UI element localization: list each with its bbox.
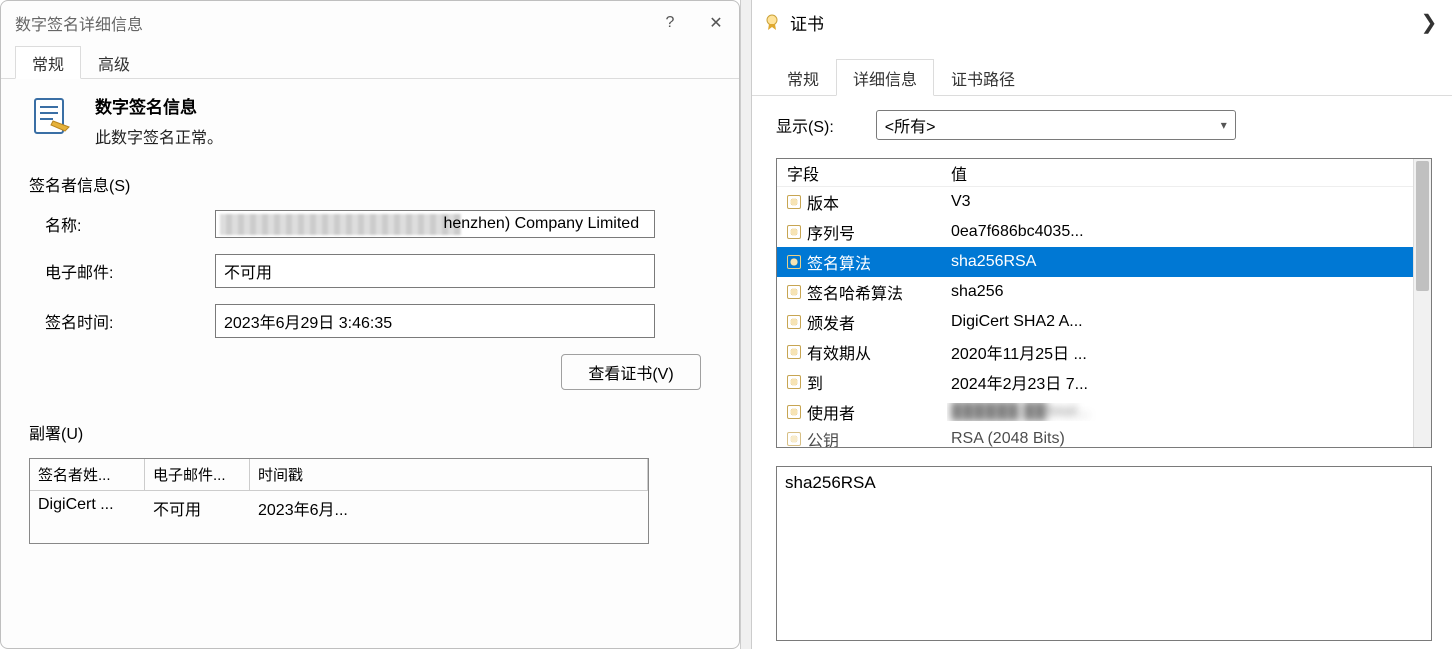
tabs-left: 常规 高级 [1, 45, 739, 79]
field-value: sha256 [947, 283, 1413, 301]
certificate-window: 证书 ❯ 常规 详细信息 证书路径 显示(S): <所有> ▾ [752, 0, 1452, 649]
field-name: 到 [807, 370, 823, 394]
field-icon [787, 345, 801, 359]
field-value: V3 [947, 193, 1413, 211]
field-value: ██████ ██hnol... [947, 403, 1413, 421]
counter-row-email: 不可用 [145, 491, 250, 525]
field-name: 颁发者 [807, 310, 855, 334]
list-col-value[interactable]: 值 [947, 161, 1413, 185]
list-item[interactable]: 序列号 0ea7f686bc4035... [777, 217, 1413, 247]
signature-info-title: 数字签名信息 [95, 93, 223, 118]
email-value: 不可用 [224, 265, 272, 282]
view-certificate-button[interactable]: 查看证书(V) [561, 354, 701, 390]
list-header: 字段 值 [777, 159, 1413, 187]
tab-advanced-left[interactable]: 高级 [81, 46, 147, 79]
name-value: henzhen) Company Limited [443, 215, 639, 232]
email-label: 电子邮件: [45, 259, 215, 283]
help-icon: ? [666, 14, 675, 32]
counter-row-signer: DigiCert ... [30, 491, 145, 525]
chevron-down-icon: ▾ [1221, 118, 1227, 132]
counter-col-time[interactable]: 时间戳 [250, 459, 648, 490]
window-gap [740, 0, 752, 649]
show-label: 显示(S): [776, 113, 834, 137]
field-value: 2024年2月23日 7... [947, 370, 1413, 394]
show-combo-value: <所有> [885, 113, 936, 137]
field-value: 2020年11月25日 ... [947, 340, 1413, 364]
field-icon [787, 405, 801, 419]
content-left: 数字签名信息 此数字签名正常。 签名者信息(S) 名称: henzhen) Co… [1, 79, 739, 648]
field-name: 版本 [807, 190, 839, 214]
tab-details-right[interactable]: 详细信息 [836, 59, 934, 96]
scrollbar[interactable] [1413, 159, 1431, 447]
name-label: 名称: [45, 212, 215, 236]
titlebar-right: 证书 ❯ [752, 0, 1452, 44]
countersign-legend: 副署(U) [29, 420, 83, 444]
close-button-left[interactable]: ✕ [693, 1, 739, 45]
field-value: 0ea7f686bc4035... [947, 223, 1413, 241]
table-row[interactable]: DigiCert ... 不可用 2023年6月... [30, 491, 648, 525]
time-value: 2023年6月29日 3:46:35 [224, 315, 392, 332]
counter-col-email[interactable]: 电子邮件... [145, 459, 250, 490]
list-item[interactable]: 版本 V3 [777, 187, 1413, 217]
list-item[interactable]: 有效期从 2020年11月25日 ... [777, 337, 1413, 367]
list-item[interactable]: 公钥 RSA (2048 Bits) [777, 427, 1413, 447]
certificate-icon [29, 93, 73, 137]
time-label: 签名时间: [45, 309, 215, 333]
field-detail-value: sha256RSA [785, 473, 876, 492]
close-button-right[interactable]: ❯ [1406, 0, 1452, 44]
list-col-field[interactable]: 字段 [777, 161, 947, 185]
field-name: 有效期从 [807, 340, 871, 364]
content-right: 显示(S): <所有> ▾ 字段 值 版本 V3 序列号 0ea7f686bc4035… [752, 96, 1452, 649]
help-button[interactable]: ? [647, 1, 693, 45]
email-value-box[interactable]: 不可用 [215, 254, 655, 288]
field-icon [787, 255, 801, 269]
tab-general-right[interactable]: 常规 [770, 59, 836, 96]
counter-col-signer[interactable]: 签名者姓... [30, 459, 145, 490]
field-value: sha256RSA [947, 253, 1413, 271]
list-item[interactable]: 签名算法 sha256RSA [777, 247, 1413, 277]
table-row [30, 525, 648, 543]
field-icon [787, 285, 801, 299]
field-name: 签名算法 [807, 250, 871, 274]
field-name: 签名哈希算法 [807, 280, 903, 304]
name-value-box[interactable]: henzhen) Company Limited [215, 210, 655, 238]
list-item[interactable]: 到 2024年2月23日 7... [777, 367, 1413, 397]
tabs-right: 常规 详细信息 证书路径 [752, 58, 1452, 96]
close-icon: ✕ [709, 13, 722, 33]
signature-info-status: 此数字签名正常。 [95, 124, 223, 148]
field-value: DigiCert SHA2 A... [947, 313, 1413, 331]
field-icon [787, 315, 801, 329]
digital-signature-details-window: 数字签名详细信息 ? ✕ 常规 高级 [0, 0, 740, 649]
scrollbar-thumb[interactable] [1416, 161, 1429, 291]
counter-row-time: 2023年6月... [250, 491, 648, 525]
field-icon [787, 225, 801, 239]
field-name: 使用者 [807, 400, 855, 424]
field-icon [787, 432, 801, 446]
field-name: 序列号 [807, 220, 855, 244]
signer-info-group: 签名者信息(S) 名称: henzhen) Company Limited 电子… [29, 172, 711, 390]
countersign-group: 副署(U) 签名者姓... 电子邮件... 时间戳 DigiCert ... 不… [29, 420, 711, 544]
fields-listbox[interactable]: 字段 值 版本V3序列号0ea7f686bc4035...签名算法sha256R… [776, 158, 1432, 448]
certificate-medal-icon [762, 12, 782, 32]
titlebar-left: 数字签名详细信息 ? ✕ [1, 1, 739, 45]
signer-info-legend: 签名者信息(S) [29, 172, 130, 196]
window-title-right: 证书 [790, 10, 824, 35]
field-value: RSA (2048 Bits) [947, 430, 1413, 447]
show-combo[interactable]: <所有> ▾ [876, 110, 1236, 140]
tab-general-left[interactable]: 常规 [15, 46, 81, 79]
field-detail-box[interactable]: sha256RSA [776, 466, 1432, 641]
list-item[interactable]: 使用者 ██████ ██hnol... [777, 397, 1413, 427]
field-icon [787, 375, 801, 389]
list-item[interactable]: 签名哈希算法 sha256 [777, 277, 1413, 307]
field-icon [787, 195, 801, 209]
field-name: 公钥 [807, 427, 839, 447]
countersign-table[interactable]: 签名者姓... 电子邮件... 时间戳 DigiCert ... 不可用 202… [29, 458, 649, 544]
window-title-left: 数字签名详细信息 [15, 11, 143, 35]
list-item[interactable]: 颁发者 DigiCert SHA2 A... [777, 307, 1413, 337]
tab-certpath-right[interactable]: 证书路径 [934, 59, 1032, 96]
time-value-box[interactable]: 2023年6月29日 3:46:35 [215, 304, 655, 338]
